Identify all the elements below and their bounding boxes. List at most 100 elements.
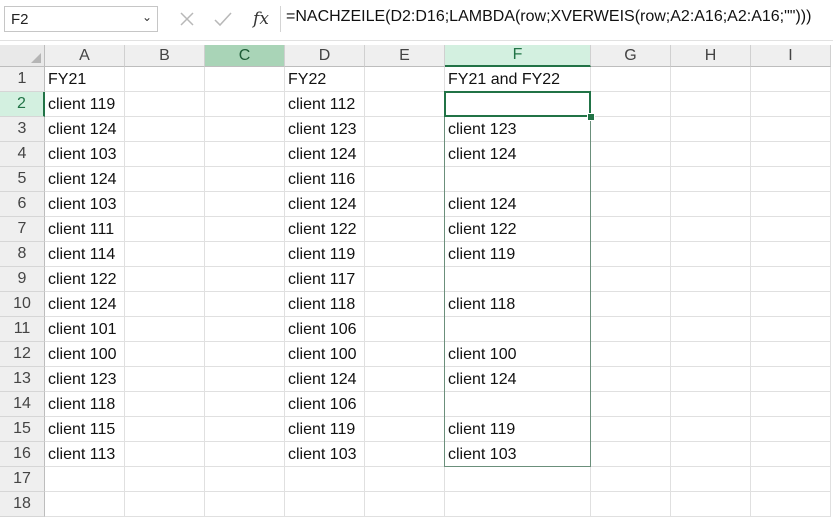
cell-f9[interactable] [445, 267, 591, 292]
column-header-c[interactable]: C [205, 45, 285, 67]
cell-d1[interactable]: FY22 [285, 67, 365, 92]
cell-d9[interactable]: client 117 [285, 267, 365, 292]
cell-f11[interactable] [445, 317, 591, 342]
row-header-7[interactable]: 7 [0, 217, 45, 242]
cell-d7[interactable]: client 122 [285, 217, 365, 242]
enter-button[interactable] [208, 6, 238, 32]
fill-handle[interactable] [587, 113, 595, 121]
cell-a14[interactable]: client 118 [45, 392, 125, 417]
cell-a15[interactable]: client 115 [45, 417, 125, 442]
grid-line [45, 391, 831, 392]
column-header-i[interactable]: I [751, 45, 831, 67]
row-header-6[interactable]: 6 [0, 192, 45, 217]
cell-a16[interactable]: client 113 [45, 442, 125, 467]
insert-function-button[interactable]: fx [246, 6, 276, 32]
cell-f12[interactable]: client 100 [445, 342, 591, 367]
cell-d14[interactable]: client 106 [285, 392, 365, 417]
cell-f13[interactable]: client 124 [445, 367, 591, 392]
grid-line [670, 67, 671, 517]
row-header-4[interactable]: 4 [0, 142, 45, 167]
cell-f10[interactable]: client 118 [445, 292, 591, 317]
close-icon [180, 12, 194, 26]
column-header-a[interactable]: A [45, 45, 125, 67]
chevron-down-icon[interactable]: ⌄ [142, 10, 152, 24]
cell-a4[interactable]: client 103 [45, 142, 125, 167]
cell-d2[interactable]: client 112 [285, 92, 365, 117]
name-box[interactable]: F2 ⌄ [4, 6, 158, 32]
cell-a2[interactable]: client 119 [45, 92, 125, 117]
cell-f5[interactable] [445, 167, 591, 192]
column-header-b[interactable]: B [125, 45, 205, 67]
grid-line [45, 341, 831, 342]
grid-line [45, 441, 831, 442]
cell-f16[interactable]: client 103 [445, 442, 591, 467]
cell-a12[interactable]: client 100 [45, 342, 125, 367]
column-header-h[interactable]: H [671, 45, 751, 67]
cell-d11[interactable]: client 106 [285, 317, 365, 342]
cell-f8[interactable]: client 119 [445, 242, 591, 267]
select-all-button[interactable] [0, 45, 45, 67]
row-header-14[interactable]: 14 [0, 392, 45, 417]
grid-line [45, 466, 831, 467]
cell-a13[interactable]: client 123 [45, 367, 125, 392]
cell-f2[interactable] [445, 92, 591, 117]
cell-f3[interactable]: client 123 [445, 117, 591, 142]
row-header-16[interactable]: 16 [0, 442, 45, 467]
formula-bar-buttons: fx [168, 6, 280, 32]
cell-f1[interactable]: FY21 and FY22 [445, 67, 591, 92]
row-header-5[interactable]: 5 [0, 167, 45, 192]
cell-a8[interactable]: client 114 [45, 242, 125, 267]
row-header-3[interactable]: 3 [0, 117, 45, 142]
grid-line [45, 141, 831, 142]
grid-line [750, 67, 751, 517]
cell-a3[interactable]: client 124 [45, 117, 125, 142]
row-header-2[interactable]: 2 [0, 92, 45, 117]
cell-f7[interactable]: client 122 [445, 217, 591, 242]
column-header-d[interactable]: D [285, 45, 365, 67]
cell-d8[interactable]: client 119 [285, 242, 365, 267]
cell-d6[interactable]: client 124 [285, 192, 365, 217]
cancel-button[interactable] [172, 6, 202, 32]
row-header-18[interactable]: 18 [0, 492, 45, 517]
grid-line [45, 166, 831, 167]
cell-d12[interactable]: client 100 [285, 342, 365, 367]
cell-d5[interactable]: client 116 [285, 167, 365, 192]
row-header-8[interactable]: 8 [0, 242, 45, 267]
row-header-1[interactable]: 1 [0, 67, 45, 92]
row-header-10[interactable]: 10 [0, 292, 45, 317]
cell-a11[interactable]: client 101 [45, 317, 125, 342]
cell-d13[interactable]: client 124 [285, 367, 365, 392]
cell-f15[interactable]: client 119 [445, 417, 591, 442]
cell-f4[interactable]: client 124 [445, 142, 591, 167]
select-all-icon [31, 53, 41, 63]
row-header-15[interactable]: 15 [0, 417, 45, 442]
cell-d15[interactable]: client 119 [285, 417, 365, 442]
cell-f14[interactable] [445, 392, 591, 417]
formula-input[interactable]: =NACHZEILE(D2:D16;LAMBDA(row;XVERWEIS(ro… [286, 8, 811, 26]
cell-d4[interactable]: client 124 [285, 142, 365, 167]
cell-a5[interactable]: client 124 [45, 167, 125, 192]
grid-line [45, 416, 831, 417]
row-header-9[interactable]: 9 [0, 267, 45, 292]
cell-d16[interactable]: client 103 [285, 442, 365, 467]
cell-d10[interactable]: client 118 [285, 292, 365, 317]
grid-line [45, 291, 831, 292]
cell-a10[interactable]: client 124 [45, 292, 125, 317]
grid-line [830, 67, 831, 517]
row-header-11[interactable]: 11 [0, 317, 45, 342]
divider [0, 40, 833, 41]
row-header-12[interactable]: 12 [0, 342, 45, 367]
column-header-e[interactable]: E [365, 45, 445, 67]
column-header-f[interactable]: F [445, 45, 591, 67]
grid-line [45, 491, 831, 492]
row-header-13[interactable]: 13 [0, 367, 45, 392]
column-header-g[interactable]: G [591, 45, 671, 67]
row-header-17[interactable]: 17 [0, 467, 45, 492]
cell-a7[interactable]: client 111 [45, 217, 125, 242]
cell-f6[interactable]: client 124 [445, 192, 591, 217]
grid-line [45, 91, 831, 92]
cell-a9[interactable]: client 122 [45, 267, 125, 292]
cell-a6[interactable]: client 103 [45, 192, 125, 217]
cell-d3[interactable]: client 123 [285, 117, 365, 142]
cell-a1[interactable]: FY21 [45, 67, 125, 92]
